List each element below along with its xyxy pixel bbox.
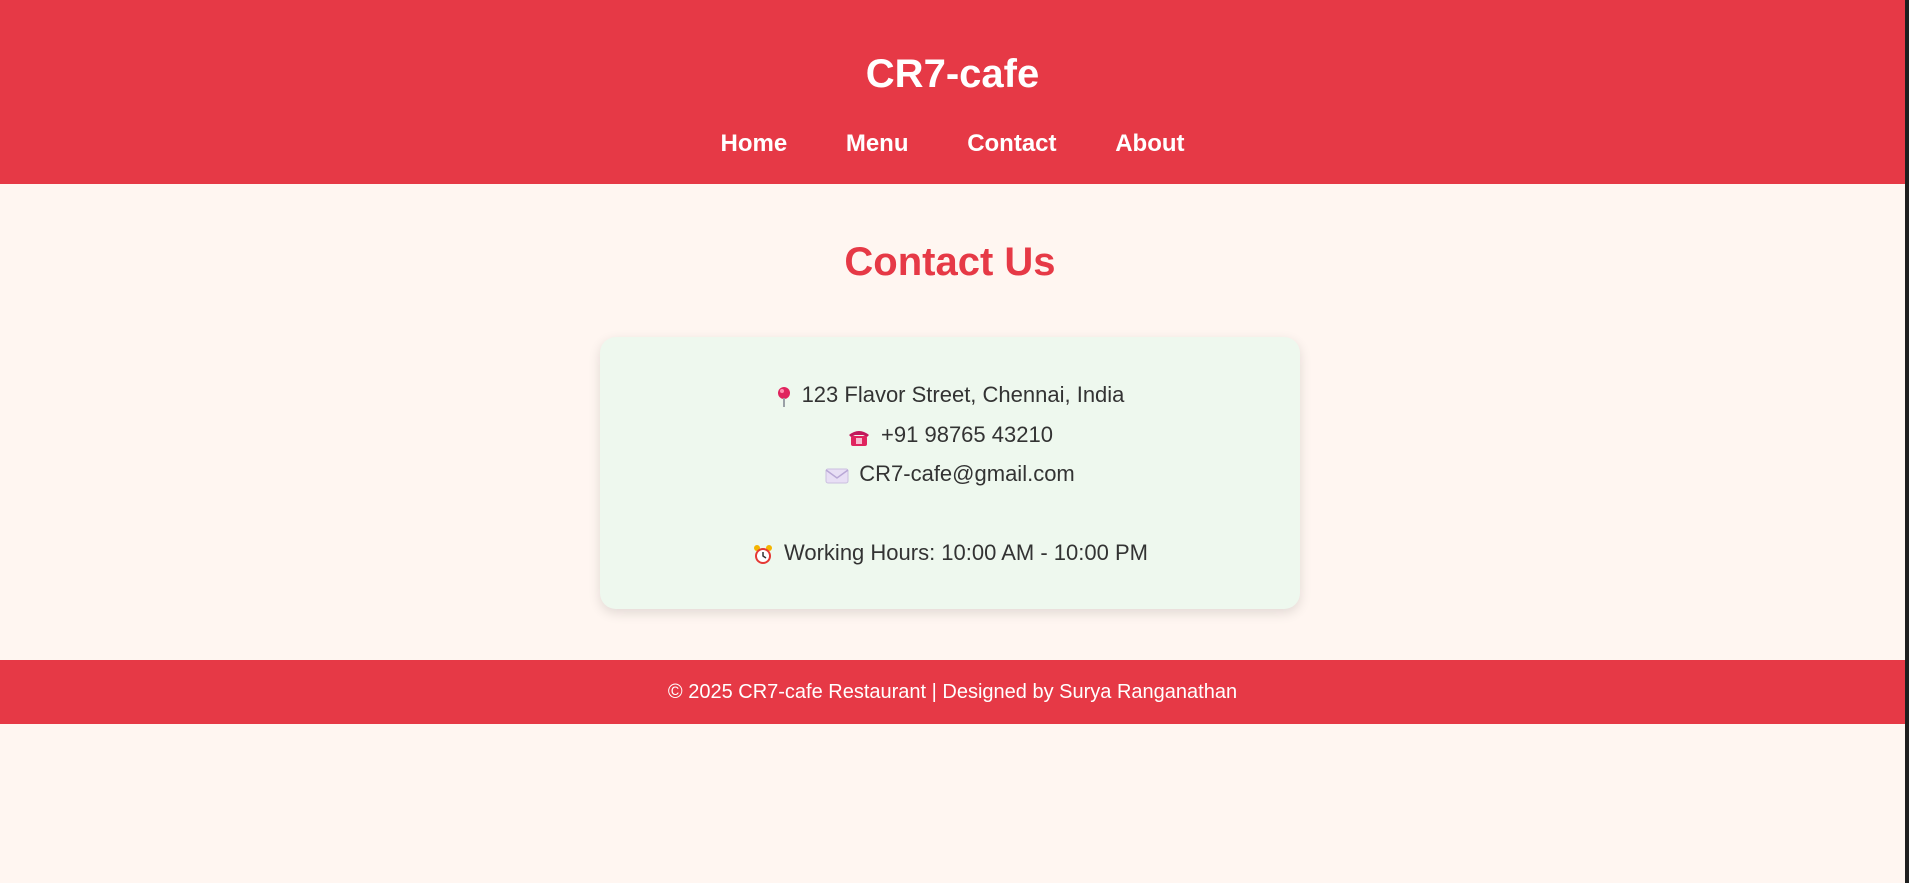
brand-title: CR7-cafe — [865, 52, 1040, 96]
email-text[interactable]: CR7-cafe@gmail.com — [859, 461, 1075, 486]
hours-text: Working Hours: 10:00 AM - 10:00 PM — [784, 540, 1148, 565]
mail-icon — [825, 459, 849, 491]
window-edge — [1905, 0, 1909, 883]
phone-text[interactable]: +91 98765 43210 — [881, 422, 1053, 447]
nav-menu[interactable]: Menu — [846, 126, 909, 162]
pin-icon — [776, 380, 792, 412]
site-header: CR7-cafe Home Menu Contact About — [0, 0, 1905, 184]
hours-line: Working Hours: 10:00 AM - 10:00 PM — [600, 537, 1300, 570]
page-title: Contact Us — [844, 240, 1056, 284]
footer-text: © 2025 CR7-cafe Restaurant | Designed by… — [667, 681, 1238, 703]
contact-card: 123 Flavor Street, Chennai, India +91 98… — [600, 337, 1300, 609]
page: CR7-cafe Home Menu Contact About Contact… — [0, 0, 1905, 883]
address-line: 123 Flavor Street, Chennai, India — [600, 379, 1300, 412]
phone-icon — [847, 420, 871, 452]
site-footer: © 2025 CR7-cafe Restaurant | Designed by… — [0, 660, 1905, 724]
main-nav: Home Menu Contact About — [0, 126, 1905, 162]
phone-line: +91 98765 43210 — [600, 419, 1300, 452]
nav-contact[interactable]: Contact — [967, 126, 1056, 162]
nav-home[interactable]: Home — [720, 126, 787, 162]
address-text: 123 Flavor Street, Chennai, India — [801, 382, 1125, 407]
nav-about[interactable]: About — [1115, 126, 1184, 162]
email-line: CR7-cafe@gmail.com — [600, 458, 1300, 491]
clock-icon — [752, 538, 774, 570]
